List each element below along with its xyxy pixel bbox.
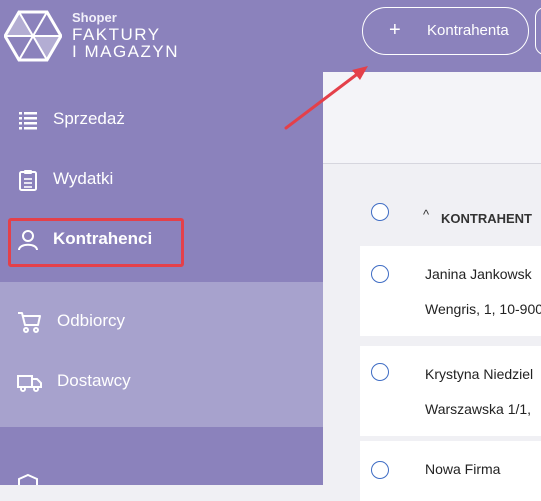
submenu-item-odbiorcy[interactable]: Odbiorcy: [0, 292, 323, 352]
submenu-item-label: Odbiorcy: [57, 311, 126, 330]
row-checkbox[interactable]: [371, 461, 389, 479]
submenu-item-dostawcy[interactable]: Dostawcy: [0, 352, 323, 412]
select-all-checkbox[interactable]: [371, 203, 389, 221]
sidebar-item-wydatki[interactable]: Wydatki: [0, 150, 323, 210]
sidebar: Shoper FAKTURY I MAGAZYN Sprzedaż Wydatk…: [0, 0, 323, 485]
add-contractor-button[interactable]: + Kontrahenta: [362, 7, 529, 55]
row-checkbox[interactable]: [371, 363, 389, 381]
contractor-name: Krystyna Niedziel: [425, 366, 534, 382]
sidebar-item-sprzedaz[interactable]: Sprzedaż: [0, 90, 323, 150]
shoper-logo: [4, 10, 62, 62]
truck-icon: [17, 375, 42, 392]
sort-arrow-icon[interactable]: ^: [423, 207, 429, 222]
contractor-name: Janina Jankowsk: [425, 266, 532, 282]
brand-small: Shoper: [72, 10, 117, 25]
add-contractor-label: Kontrahenta: [427, 22, 509, 39]
table-row[interactable]: Nowa Firma: [360, 441, 541, 501]
plus-icon: +: [389, 19, 401, 41]
table-row[interactable]: Krystyna Niedziel Warszawska 1/1,: [360, 346, 541, 436]
sidebar-item-label: Wydatki: [53, 169, 114, 188]
list-icon: [19, 112, 37, 130]
sidebar-item-label: Sprzedaż: [53, 109, 125, 128]
contractor-address: Warszawska 1/1,: [425, 401, 532, 417]
row-checkbox[interactable]: [371, 265, 389, 283]
annotation-arrow: [284, 66, 368, 130]
contractor-name: Nowa Firma: [425, 461, 501, 477]
brand-title-line2: I MAGAZYN: [72, 42, 180, 61]
table-row[interactable]: Janina Jankowsk Wengris, 1, 10-900: [360, 246, 541, 336]
column-header-kontrahent[interactable]: KONTRAHENT: [441, 211, 532, 226]
box-icon: [18, 473, 38, 485]
highlight-box: [8, 218, 184, 267]
next-toolbar-button[interactable]: [535, 7, 541, 55]
clipboard-icon: [19, 170, 37, 191]
cart-icon: [18, 312, 41, 333]
submenu-item-label: Dostawcy: [57, 371, 131, 390]
contractor-address: Wengris, 1, 10-900: [425, 301, 541, 317]
submenu: Odbiorcy Dostawcy: [0, 282, 323, 427]
